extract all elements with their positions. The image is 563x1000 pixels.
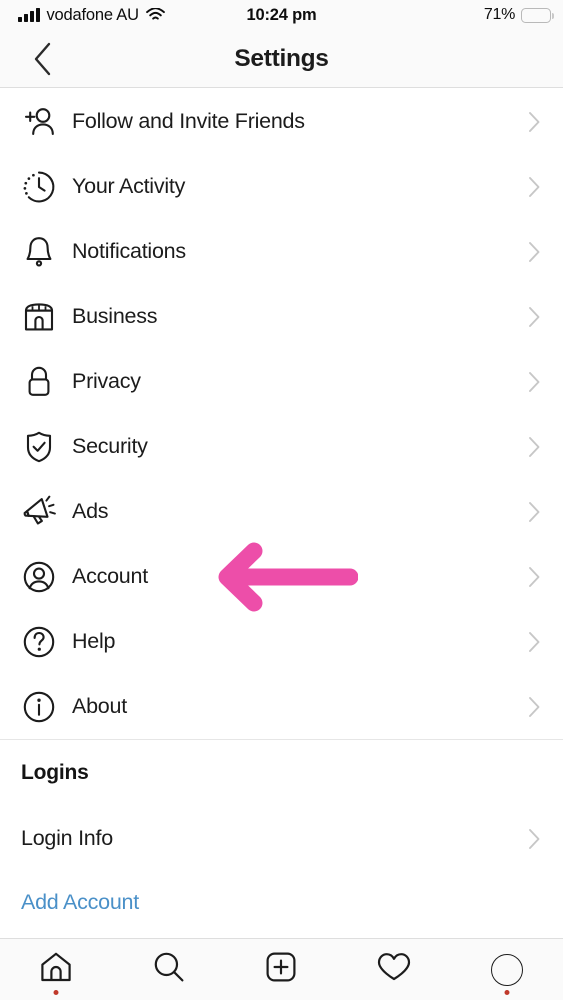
tab-search[interactable]	[113, 939, 226, 1000]
storefront-icon	[17, 301, 61, 333]
search-icon	[152, 950, 186, 989]
profile-avatar-icon	[490, 953, 523, 986]
settings-row-security[interactable]: Security	[0, 414, 563, 479]
chevron-right-icon	[528, 176, 541, 198]
settings-row-label: Your Activity	[72, 174, 186, 198]
chevron-right-icon	[528, 111, 541, 133]
status-bar-clock: 10:24 pm	[246, 6, 317, 24]
settings-row-your-activity[interactable]: Your Activity	[0, 154, 563, 219]
chevron-right-icon	[528, 631, 541, 653]
chevron-right-icon	[528, 241, 541, 263]
settings-row-help[interactable]: Help	[0, 609, 563, 674]
settings-row-account[interactable]: Account	[0, 544, 563, 609]
status-bar-right: 71%	[483, 0, 554, 30]
settings-row-label: About	[72, 694, 127, 718]
settings-row-ads[interactable]: Ads	[0, 479, 563, 544]
chevron-right-icon	[528, 566, 541, 588]
chevron-right-icon	[528, 371, 541, 393]
settings-list: Follow and Invite Friends Your Activity	[0, 89, 563, 933]
question-circle-icon	[17, 625, 61, 659]
instagram-settings-screen: vodafone AU 10:24 pm 71% Settings Follow…	[0, 0, 563, 1000]
settings-row-label: Ads	[72, 499, 109, 523]
settings-row-privacy[interactable]: Privacy	[0, 349, 563, 414]
clock-activity-icon	[17, 170, 61, 204]
chevron-right-icon	[528, 501, 541, 523]
chevron-right-icon	[528, 306, 541, 328]
bottom-tab-bar	[0, 938, 563, 1000]
settings-row-label: Follow and Invite Friends	[72, 109, 305, 133]
shield-check-icon	[17, 430, 61, 464]
account-circle-icon	[17, 560, 61, 594]
bell-icon	[17, 235, 61, 269]
add-account-label: Add Account	[21, 889, 139, 914]
tab-add-post[interactable]	[225, 939, 338, 1000]
tab-profile[interactable]	[450, 939, 563, 1000]
tab-badge-dot	[53, 989, 59, 995]
settings-row-label: Notifications	[72, 239, 186, 263]
megaphone-icon	[17, 495, 61, 529]
lock-icon	[17, 365, 61, 399]
battery-icon	[521, 7, 554, 23]
tab-activity[interactable]	[338, 939, 451, 1000]
person-plus-icon	[17, 106, 61, 138]
logins-section-header: Logins	[21, 761, 89, 784]
settings-row-login-info[interactable]: Login Info	[0, 806, 563, 871]
info-circle-icon	[17, 690, 61, 724]
settings-row-label: Security	[72, 434, 148, 458]
settings-row-notifications[interactable]: Notifications	[0, 219, 563, 284]
add-account-button[interactable]: Add Account	[0, 871, 563, 933]
login-info-label: Login Info	[21, 826, 113, 850]
battery-percent-label: 71%	[483, 6, 515, 23]
status-bar: vodafone AU 10:24 pm 71%	[0, 0, 563, 30]
settings-row-label: Privacy	[72, 369, 141, 393]
settings-row-label: Business	[72, 304, 158, 328]
navigation-bar: Settings	[0, 30, 563, 88]
chevron-right-icon	[528, 436, 541, 458]
tab-badge-dot	[504, 989, 510, 995]
settings-row-label: Help	[72, 629, 116, 653]
page-title: Settings	[234, 45, 329, 72]
add-post-icon	[265, 951, 297, 988]
chevron-right-icon	[528, 696, 541, 718]
heart-activity-icon	[376, 951, 412, 988]
home-icon	[39, 951, 73, 988]
tab-home[interactable]	[0, 939, 113, 1000]
settings-row-label: Account	[72, 564, 148, 588]
settings-row-business[interactable]: Business	[0, 284, 563, 349]
settings-row-follow-and-invite-friends[interactable]: Follow and Invite Friends	[0, 89, 563, 154]
chevron-right-icon	[528, 828, 541, 850]
settings-row-about[interactable]: About	[0, 674, 563, 739]
